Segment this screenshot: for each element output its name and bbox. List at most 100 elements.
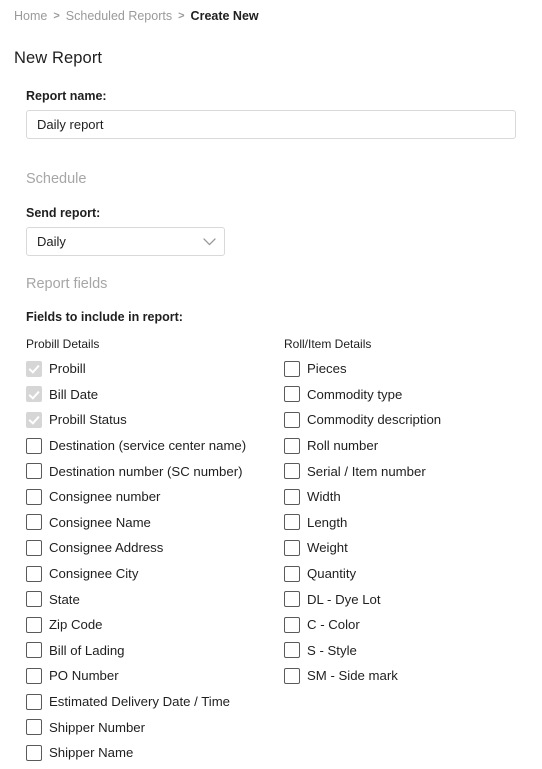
breadcrumb-item-scheduled-reports[interactable]: Scheduled Reports (66, 8, 172, 24)
checkbox-s-style[interactable] (284, 642, 300, 659)
page-title: New Report (14, 49, 103, 68)
checkbox-row[interactable]: Bill of Lading (26, 638, 284, 664)
checkbox-row[interactable]: Estimated Delivery Date / Time (26, 689, 284, 715)
checkbox-row: Probill (26, 356, 284, 382)
checkbox-row[interactable]: State (26, 586, 284, 612)
checkbox-length[interactable] (284, 514, 300, 531)
checkbox-row[interactable]: C - Color (284, 612, 542, 638)
checkbox-label: Width (307, 489, 341, 505)
checkbox-row[interactable]: DL - Dye Lot (284, 586, 542, 612)
report-fields-section-heading: Report fields (26, 276, 108, 292)
checkbox-row[interactable]: Serial / Item number (284, 458, 542, 484)
checkbox-row[interactable]: Consignee Name (26, 510, 284, 536)
checkbox-consignee-city[interactable] (26, 565, 42, 582)
checkbox-label: Consignee City (49, 566, 139, 582)
checkbox-destination-service-center-name[interactable] (26, 437, 42, 454)
checkbox-weight[interactable] (284, 539, 300, 556)
checkbox-row[interactable]: Weight (284, 535, 542, 561)
checkbox-estimated-delivery-date-time[interactable] (26, 693, 42, 710)
schedule-section-heading: Schedule (26, 171, 87, 187)
column-probill-details: Probill Details Probill Bill Date Probill … (26, 336, 284, 766)
checkbox-row[interactable]: Consignee Address (26, 535, 284, 561)
checkbox-label: DL - Dye Lot (307, 591, 381, 607)
checkbox-commodity-description[interactable] (284, 411, 300, 428)
checkbox-shipper-name[interactable] (26, 744, 42, 761)
checkbox-row[interactable]: Commodity description (284, 407, 542, 433)
checkbox-destination-number-sc-number[interactable] (26, 463, 42, 480)
checkbox-row[interactable]: Width (284, 484, 542, 510)
checkbox-row[interactable]: Consignee number (26, 484, 284, 510)
send-report-select-wrap: Daily (26, 227, 225, 256)
checkbox-serial-item-number[interactable] (284, 463, 300, 480)
checkbox-label: Probill Status (49, 412, 127, 428)
checkbox-row[interactable]: Roll number (284, 433, 542, 459)
checkbox-list-roll-item-details: Pieces Commodity type Commodity descriptio… (284, 356, 542, 689)
checkbox-label: Consignee Address (49, 540, 164, 556)
checkbox-row[interactable]: PO Number (26, 663, 284, 689)
checkbox-label: Zip Code (49, 617, 103, 633)
checkbox-bill-of-lading[interactable] (26, 642, 42, 659)
checkbox-row[interactable]: Destination number (SC number) (26, 458, 284, 484)
checkbox-probill (26, 360, 42, 377)
checkbox-po-number[interactable] (26, 667, 42, 684)
checkbox-label: Consignee Name (49, 514, 151, 530)
checkbox-label: Shipper Number (49, 719, 146, 735)
checkbox-label: Probill (49, 361, 86, 377)
checkbox-label: C - Color (307, 617, 360, 633)
checkbox-consignee-address[interactable] (26, 539, 42, 556)
breadcrumb-item-home[interactable]: Home (14, 8, 47, 24)
checkbox-label: Consignee number (49, 489, 161, 505)
checkbox-dl-dye-lot[interactable] (284, 591, 300, 608)
checkbox-commodity-type[interactable] (284, 386, 300, 403)
breadcrumb-separator: > (178, 10, 185, 22)
checkbox-label: Destination (service center name) (49, 438, 247, 454)
checkbox-consignee-name[interactable] (26, 514, 42, 531)
checkbox-width[interactable] (284, 488, 300, 505)
checkbox-pieces[interactable] (284, 360, 300, 377)
checkbox-row: Bill Date (26, 382, 284, 408)
column-heading-roll-item-details: Roll/Item Details (284, 337, 372, 351)
checkbox-list-probill-details: Probill Bill Date Probill Status Destinatio… (26, 356, 284, 766)
checkbox-zip-code[interactable] (26, 616, 42, 633)
report-name-label: Report name: (26, 89, 107, 103)
checkbox-label: S - Style (307, 642, 357, 658)
breadcrumb-item-create-new: Create New (190, 9, 259, 23)
checkbox-row[interactable]: Shipper Number (26, 714, 284, 740)
checkbox-row[interactable]: Pieces (284, 356, 542, 382)
send-report-select[interactable]: Daily (26, 227, 225, 256)
checkbox-label: Commodity type (307, 386, 403, 402)
checkbox-row[interactable]: SM - Side mark (284, 663, 542, 689)
fields-instruction-block: Fields to include in report: (0, 309, 542, 325)
checkbox-sm-side-mark[interactable] (284, 667, 300, 684)
fields-instruction-label: Fields to include in report: (26, 310, 183, 324)
checkbox-row[interactable]: Length (284, 510, 542, 536)
checkbox-probill-status (26, 411, 42, 428)
checkbox-label: SM - Side mark (307, 668, 398, 684)
checkbox-roll-number[interactable] (284, 437, 300, 454)
checkbox-row[interactable]: Consignee City (26, 561, 284, 587)
send-report-field-block: Send report: Daily (0, 205, 542, 256)
checkbox-bill-date (26, 386, 42, 403)
checkbox-label: Estimated Delivery Date / Time (49, 694, 231, 710)
checkbox-row[interactable]: Quantity (284, 561, 542, 587)
checkbox-c-color[interactable] (284, 616, 300, 633)
checkbox-label: Destination number (SC number) (49, 463, 243, 479)
checkbox-row[interactable]: Shipper Name (26, 740, 284, 766)
checkbox-consignee-number[interactable] (26, 488, 42, 505)
checkbox-label: Serial / Item number (307, 463, 426, 479)
checkbox-row: Probill Status (26, 407, 284, 433)
column-heading-probill-details: Probill Details (26, 337, 100, 351)
breadcrumb: Home > Scheduled Reports > Create New (14, 8, 259, 24)
checkbox-label: Pieces (307, 361, 347, 377)
checkbox-label: PO Number (49, 668, 119, 684)
report-name-field-block: Report name: (0, 88, 542, 139)
checkbox-label: Bill Date (49, 386, 99, 402)
checkbox-row[interactable]: Destination (service center name) (26, 433, 284, 459)
checkbox-quantity[interactable] (284, 565, 300, 582)
report-name-input[interactable] (26, 110, 516, 139)
checkbox-row[interactable]: Zip Code (26, 612, 284, 638)
checkbox-row[interactable]: Commodity type (284, 382, 542, 408)
checkbox-row[interactable]: S - Style (284, 638, 542, 664)
checkbox-state[interactable] (26, 591, 42, 608)
checkbox-shipper-number[interactable] (26, 719, 42, 736)
